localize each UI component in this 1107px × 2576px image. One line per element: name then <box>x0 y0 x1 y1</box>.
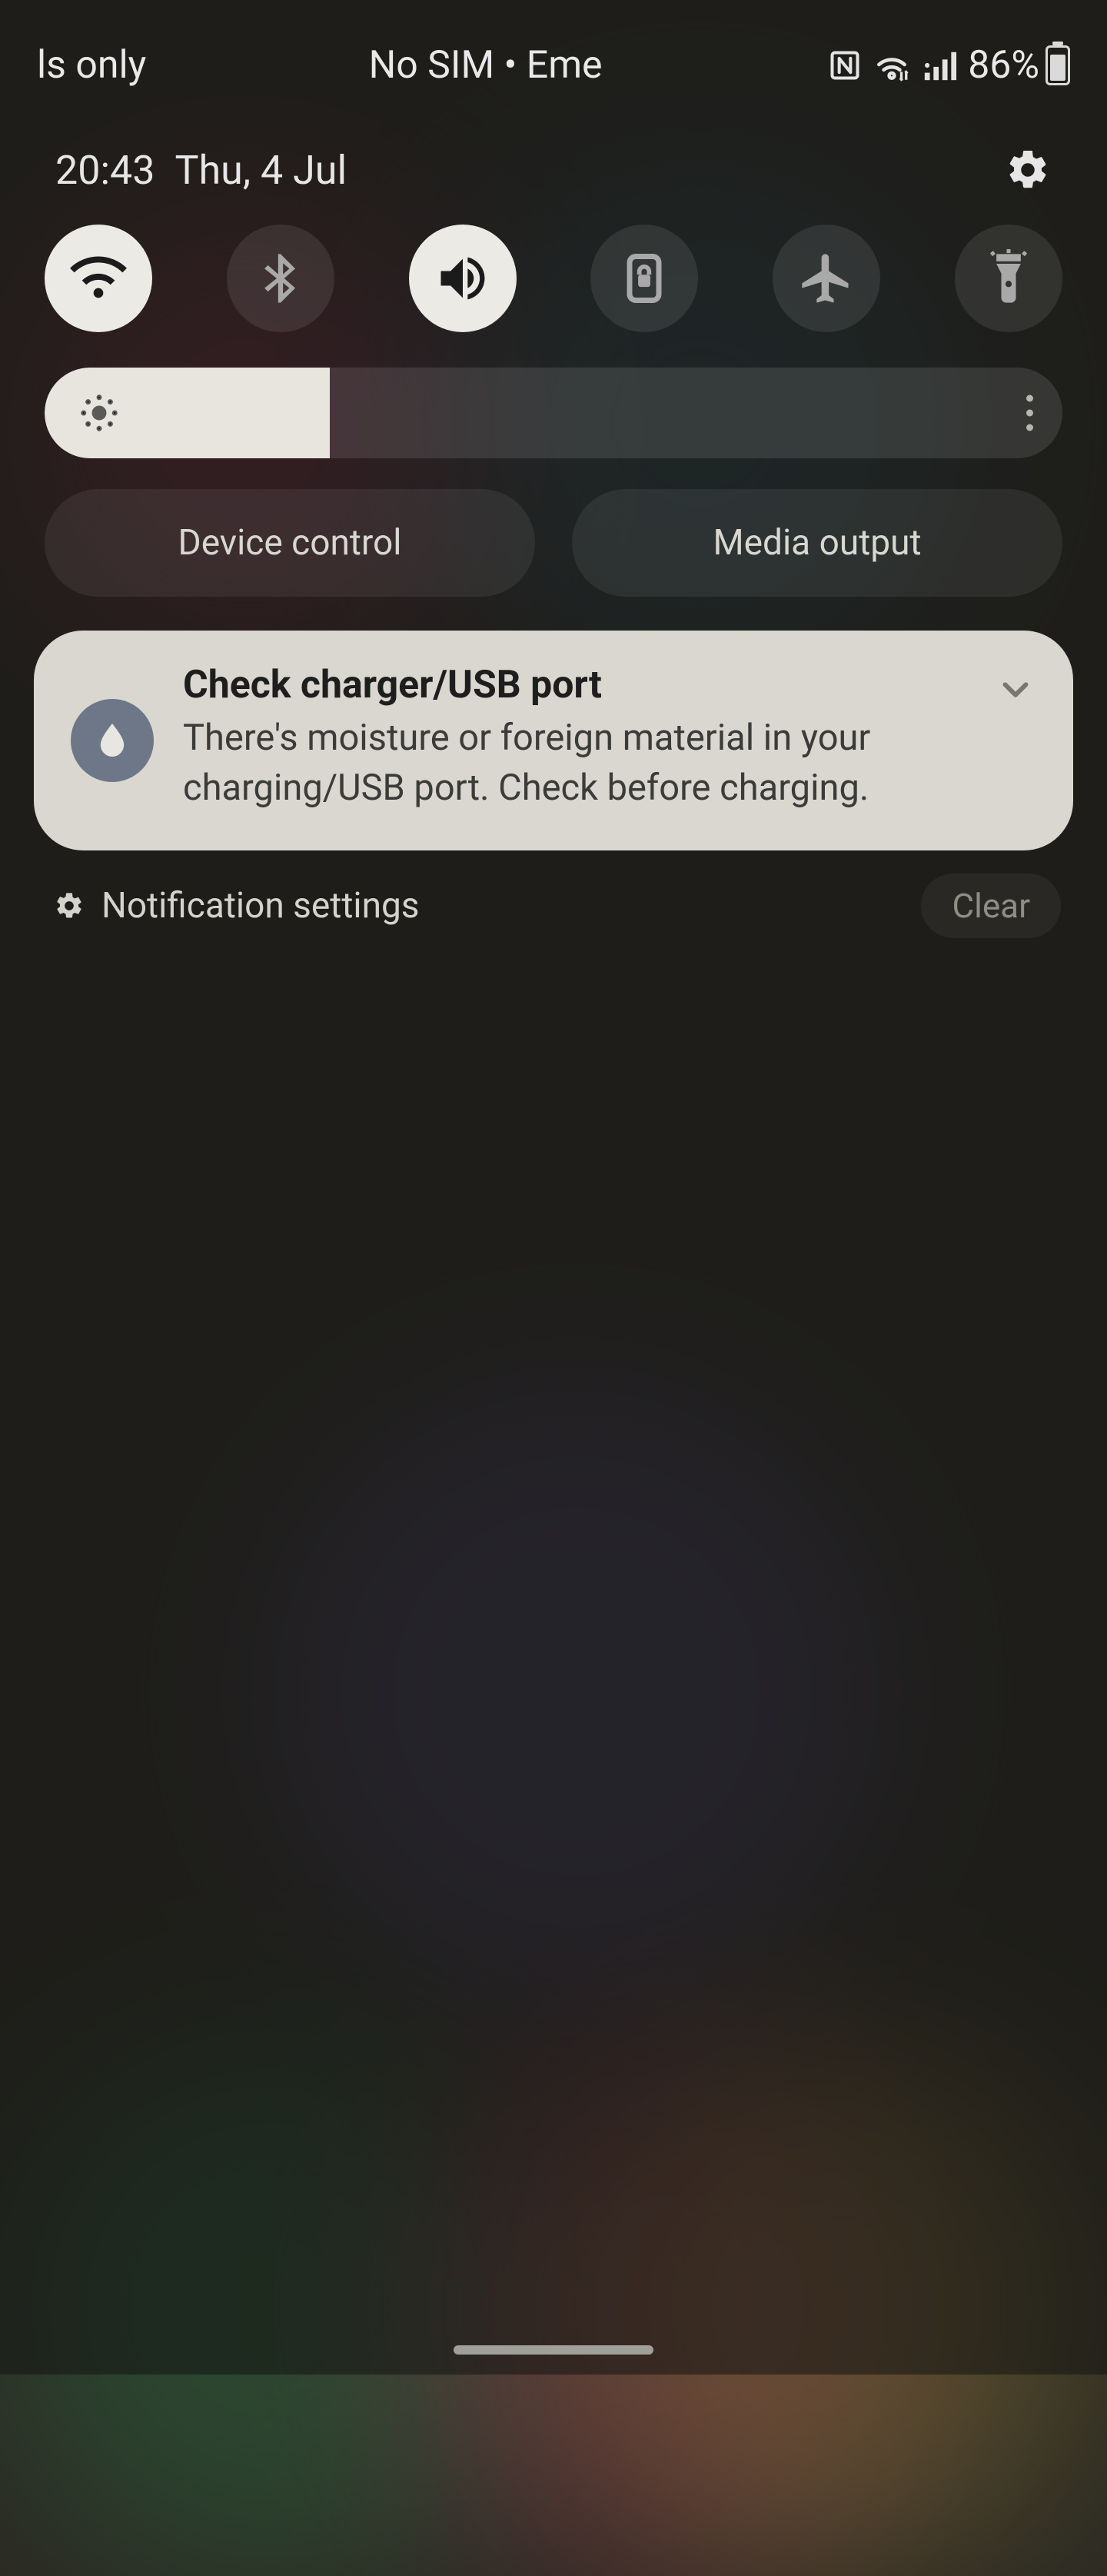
wifi-icon <box>69 249 128 308</box>
media-output-label: Media output <box>713 522 922 564</box>
battery-percent-text: 86% <box>968 43 1039 88</box>
media-output-button[interactable]: Media output <box>572 489 1062 597</box>
brightness-slider[interactable] <box>45 368 1062 458</box>
clear-label: Clear <box>952 886 1030 926</box>
statusbar-sim-text: No SIM • Eme <box>369 43 603 88</box>
settings-button[interactable] <box>1004 146 1052 194</box>
flashlight-icon <box>979 249 1038 308</box>
speaker-icon <box>434 249 492 308</box>
moisture-drop-icon <box>71 699 154 782</box>
notification-settings-label: Notification settings <box>101 885 420 927</box>
panel-header: 20:43 Thu, 4 Jul <box>0 131 1107 225</box>
qs-wifi-toggle[interactable] <box>45 225 152 332</box>
bluetooth-icon <box>251 249 310 308</box>
notification-settings-button[interactable]: Notification settings <box>54 885 420 927</box>
notification-title: Check charger/USB port <box>183 663 966 707</box>
rotation-lock-icon <box>615 249 673 308</box>
device-control-button[interactable]: Device control <box>45 489 535 597</box>
quick-settings-row <box>0 225 1107 368</box>
brightness-sun-icon <box>78 392 120 434</box>
battery-icon <box>1046 45 1070 85</box>
clear-notifications-button[interactable]: Clear <box>921 874 1061 938</box>
gear-icon <box>1005 147 1051 193</box>
battery-indicator: 86% <box>968 43 1070 88</box>
qs-flashlight-toggle[interactable] <box>955 225 1062 332</box>
nav-handle[interactable] <box>454 2345 653 2355</box>
control-pills-row: Device control Media output <box>0 489 1107 631</box>
notification-body: There's moisture or foreign material in … <box>183 714 966 814</box>
status-bar: ls only No SIM • Eme 86% <box>0 0 1107 131</box>
qs-airplane-toggle[interactable] <box>773 225 880 332</box>
qs-bluetooth-toggle[interactable] <box>227 225 334 332</box>
panel-date: Thu, 4 Jul <box>175 147 347 194</box>
wifi-status-icon <box>873 48 911 82</box>
panel-time: 20:43 <box>55 147 155 194</box>
notification-expand-button[interactable] <box>995 669 1036 714</box>
statusbar-left-text: ls only <box>37 43 146 88</box>
signal-icon <box>922 48 957 82</box>
device-control-label: Device control <box>178 522 402 564</box>
qs-sound-toggle[interactable] <box>409 225 517 332</box>
gear-icon <box>54 890 85 921</box>
nfc-icon <box>828 48 862 82</box>
airplane-icon <box>797 249 856 308</box>
chevron-down-icon <box>995 669 1036 711</box>
notification-card[interactable]: Check charger/USB port There's moisture … <box>34 631 1073 850</box>
brightness-more-button[interactable] <box>1026 395 1033 431</box>
qs-rotation-lock-toggle[interactable] <box>590 225 698 332</box>
